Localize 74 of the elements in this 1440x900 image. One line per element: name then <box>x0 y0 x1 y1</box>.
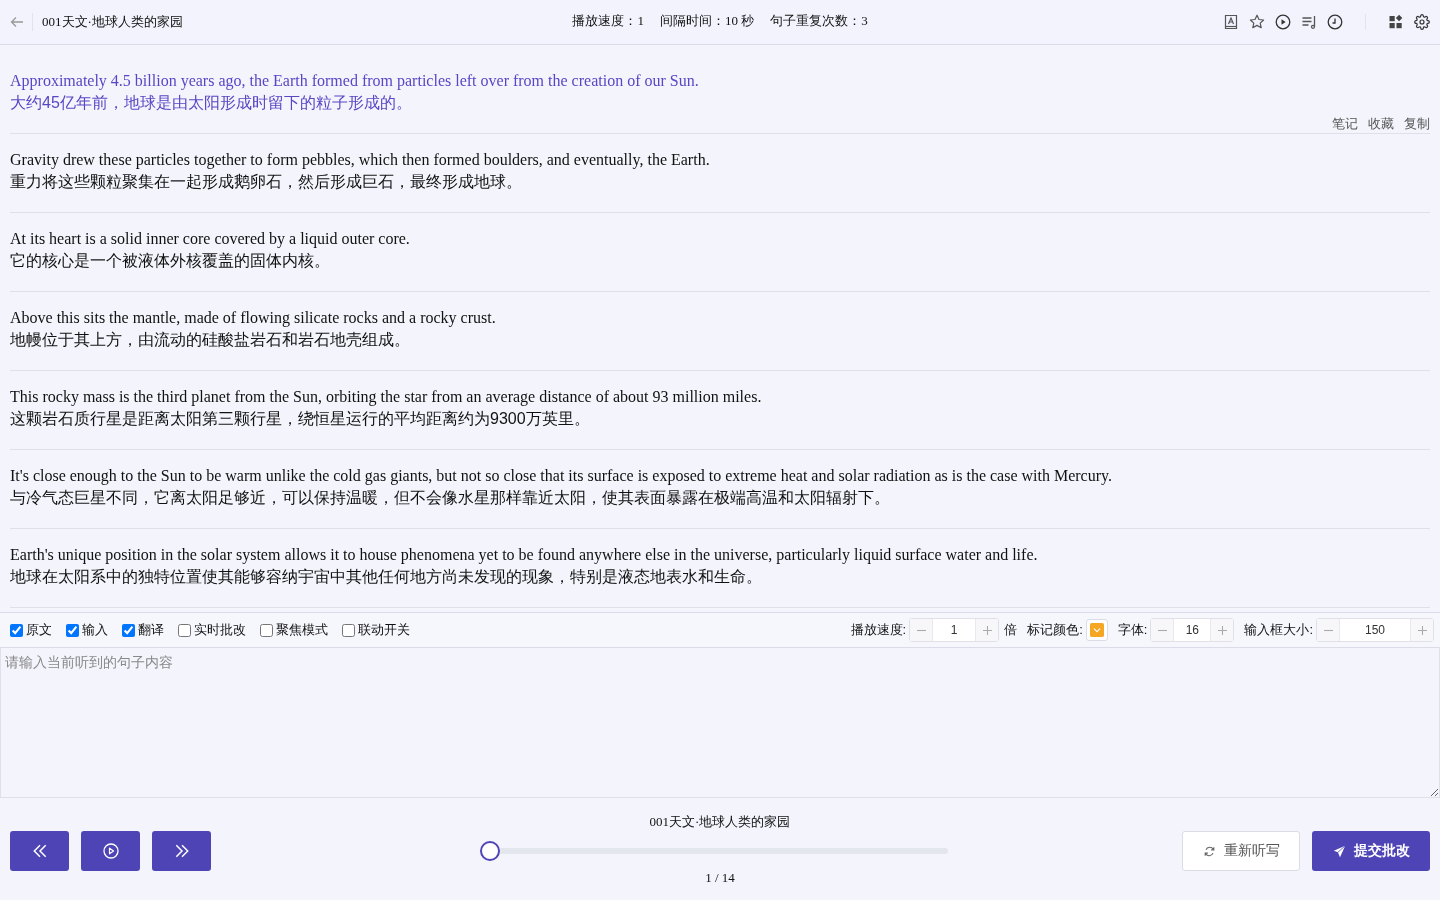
chinese-translation: 与冷气态巨星不同，它离太阳足够近，可以保持温暖，但不会像水星那样靠近太阳，使其表面暴露在极端高温和太阳辐射下。 <box>10 488 891 508</box>
slider-handle[interactable] <box>480 841 500 861</box>
chinese-translation: 地幔位于其上方，由流动的硅酸盐岩石和岩石地壳组成。 <box>10 330 411 350</box>
slider-track[interactable] <box>500 848 948 854</box>
play-circle-icon <box>102 843 119 859</box>
option-label[interactable]: 实时批改 <box>194 621 246 639</box>
english-sentence: This rocky mass is the third planet from the Sun, orbiting the star from an average distance of about 93 million miles. <box>10 387 763 408</box>
unit-label: 倍 <box>1004 621 1018 639</box>
previous-button[interactable] <box>10 831 69 871</box>
apps-icon[interactable] <box>1388 14 1404 30</box>
track-title: 001天文·地球人类的家园 <box>649 813 791 831</box>
english-sentence: Earth's unique position in the solar system allows it to house phenomena yet to be found anywhere else in the universe, particularly liquid surface water and life. <box>10 545 1039 566</box>
option-label[interactable]: 聚焦模式 <box>276 621 328 639</box>
option-checkbox[interactable] <box>122 623 135 637</box>
paper-plane-icon <box>1332 844 1346 858</box>
play-button[interactable] <box>81 831 140 871</box>
sentence-item[interactable]: Approximately 4.5 billion years ago, the Earth formed from particles left over from the creation of our Sun. 大约45亿年前，地球是由太阳形成时留下的粒子形成的。 笔记 收藏 复制 <box>10 55 1430 134</box>
sentence-item[interactable]: At its heart is a solid inner core covered by a liquid outer core. 它的核心是一个被液体外核覆盖的固体内核。 <box>10 213 1430 292</box>
plus-icon <box>982 625 992 635</box>
setting-label: 字体: <box>1117 621 1148 639</box>
progress-counter: 1 / 14 <box>705 869 735 887</box>
number-stepper[interactable]: 16 <box>1150 618 1235 642</box>
option-checkbox[interactable] <box>342 623 355 637</box>
english-sentence: It's close enough to the Sun to be warm unlike the cold gas giants, but not so close that its surface is exposed to extreme heat and solar radiation as is the case with Mercury. <box>10 466 1113 487</box>
settings-icon[interactable] <box>1414 14 1430 30</box>
setting-label: 标记颜色: <box>1027 621 1083 639</box>
number-field[interactable]: 150 <box>1339 619 1411 641</box>
chinese-translation: 地球在太阳系中的独特位置使其能够容纳宇宙中其他任何地方尚未发现的现象，特别是液态地表水和生命。 <box>10 567 763 587</box>
chinese-translation: 重力将这些颗粒聚集在一起形成鹅卵石，然后形成巨石，最终形成地球。 <box>10 172 523 192</box>
submit-button[interactable]: 提交批改 <box>1312 831 1430 871</box>
number-stepper[interactable]: 1 <box>909 618 1000 642</box>
lesson-title: 001天文·地球人类的家园 <box>42 13 183 31</box>
english-sentence: At its heart is a solid inner core covered by a liquid outer core. <box>10 229 411 250</box>
star-icon[interactable] <box>1249 14 1265 30</box>
chinese-translation: 这颗岩石质行星是距离太阳第三颗行星，绕恒星运行的平均距离约为9300万英里。 <box>10 409 591 429</box>
number-field[interactable]: 16 <box>1173 619 1212 641</box>
number-stepper[interactable]: 150 <box>1316 618 1434 642</box>
option-checkbox[interactable] <box>66 623 79 637</box>
english-sentence: Above this sits the mantle, made of flowing silicate rocks and a rocky crust. <box>10 308 497 329</box>
next-button[interactable] <box>152 831 211 871</box>
book-icon[interactable] <box>1223 14 1239 30</box>
option-label[interactable]: 原文 <box>26 621 52 639</box>
sentence-item[interactable]: This rocky mass is the third planet from the Sun, orbiting the star from an average distance of about 93 million miles. 这颗岩石质行星是距离太阳第三颗行星，绕恒星运行的平均距离约为9300万英里。 <box>10 371 1430 450</box>
english-sentence: Gravity drew these particles together to form pebbles, which then formed boulders, and eventually, the Earth. <box>10 150 711 171</box>
setting-label: 输入框大小: <box>1244 621 1313 639</box>
option-checkbox[interactable] <box>178 623 191 637</box>
play-circle-icon[interactable] <box>1275 14 1291 30</box>
status-text: 间隔时间：10 秒 <box>659 11 755 30</box>
sentence-item[interactable]: Gravity drew these particles together to form pebbles, which then formed boulders, and eventually, the Earth. 重力将这些颗粒聚集在一起形成鹅卵石，然后形成巨石，最终形成地球。 <box>10 134 1430 213</box>
sentence-item[interactable]: Above this sits the mantle, made of flowing silicate rocks and a rocky crust. 地幔位于其上方，由流动的硅酸盐岩石和岩石地壳组成。 <box>10 292 1430 371</box>
status-text: 句子重复次数：3 <box>770 11 868 30</box>
chinese-translation: 它的核心是一个被液体外核覆盖的固体内核。 <box>10 251 331 271</box>
redo-button[interactable]: 重新听写 <box>1182 831 1300 871</box>
chinese-translation: 大约45亿年前，地球是由太阳形成时留下的粒子形成的。 <box>10 93 413 113</box>
double-chevron-left-icon <box>31 843 48 859</box>
plus-icon <box>1417 625 1427 635</box>
clock-icon[interactable] <box>1327 14 1343 30</box>
option-label[interactable]: 联动开关 <box>358 621 410 639</box>
answer-input[interactable]: 请输入当前听到的句子内容 <box>0 648 1440 798</box>
english-sentence: Approximately 4.5 billion years ago, the Earth formed from particles left over from the creation of our Sun. <box>10 71 700 92</box>
option-label[interactable]: 输入 <box>82 621 108 639</box>
playlist-icon[interactable] <box>1301 14 1317 30</box>
option-label[interactable]: 翻译 <box>138 621 164 639</box>
option-checkbox[interactable] <box>260 623 273 637</box>
number-field[interactable]: 1 <box>932 619 977 641</box>
setting-label: 播放速度: <box>850 621 907 639</box>
sentence-action-link[interactable]: 收藏 <box>1368 114 1394 133</box>
status-text: 播放速度：1 <box>572 11 644 30</box>
plus-icon <box>1217 625 1227 635</box>
double-chevron-right-icon <box>173 843 190 859</box>
sentence-action-link[interactable]: 复制 <box>1404 114 1430 133</box>
refresh-icon <box>1202 844 1216 858</box>
option-checkbox[interactable] <box>10 623 23 637</box>
sentence-action-link[interactable]: 笔记 <box>1332 114 1358 133</box>
